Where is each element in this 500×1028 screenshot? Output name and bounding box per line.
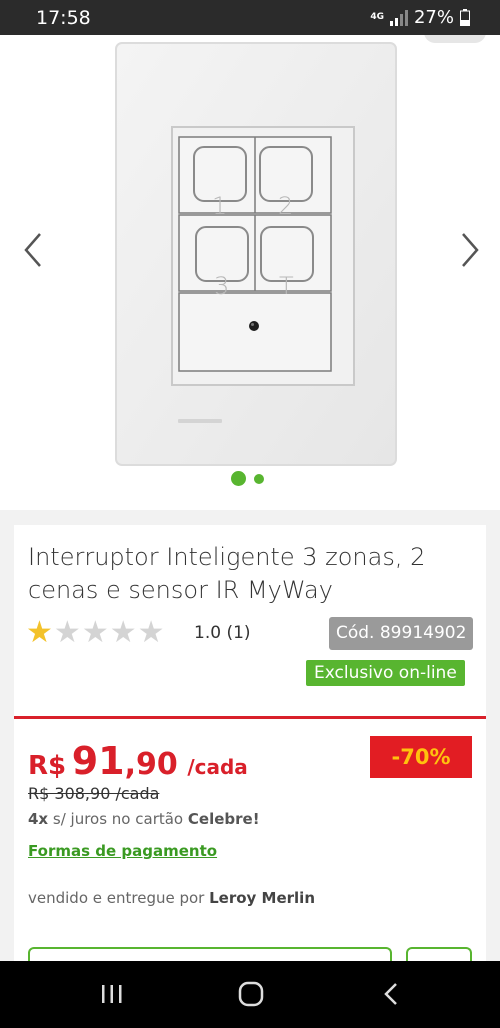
installments-info: 4x s/ juros no cartão Celebre!: [28, 810, 260, 828]
rating-stars[interactable]: ★ ★ ★ ★ ★: [26, 618, 165, 648]
seller-info: vendido e entregue por Leroy Merlin: [28, 889, 315, 907]
discount-badge: -70%: [370, 736, 472, 778]
product-title: Interruptor Inteligente 3 zonas, 2 cenas…: [28, 543, 426, 604]
price-integer: 91: [71, 739, 125, 783]
gallery-pagination: [231, 471, 264, 486]
star-empty-icon: ★: [137, 616, 165, 649]
back-icon[interactable]: [371, 979, 411, 1009]
star-empty-icon: ★: [81, 616, 109, 649]
switch-button-label: 3: [214, 272, 230, 300]
switch-button-label: 2: [278, 192, 294, 220]
signal-icon: [389, 9, 408, 26]
product-info-card: Interruptor Inteligente 3 zonas, 2 cenas…: [14, 525, 486, 977]
pagination-dot[interactable]: [254, 473, 264, 484]
price-decimal: ,90: [124, 747, 178, 782]
seller-prefix: vendido e entregue por: [28, 889, 210, 907]
battery-percent: 27%: [413, 7, 454, 28]
old-price: R$ 308,90 /cada: [28, 784, 160, 803]
status-bar: 17:58 4G 27%: [0, 0, 500, 35]
battery-icon: [460, 9, 470, 26]
home-icon[interactable]: [231, 979, 271, 1009]
installments-count: 4x: [28, 810, 49, 828]
price-unit: /cada: [187, 755, 248, 779]
price-divider: [14, 716, 486, 719]
status-indicators: 4G 27%: [370, 7, 470, 28]
pagination-dot-active[interactable]: [231, 471, 246, 486]
payment-methods-link[interactable]: Formas de pagamento: [28, 842, 217, 860]
rating-count[interactable]: 1.0 (1): [194, 623, 251, 643]
product-gallery[interactable]: 1 2 3 T: [0, 35, 500, 510]
installments-text: s/ juros no cartão: [48, 810, 188, 828]
current-price: R$ 91,90 /cada: [28, 739, 248, 783]
installments-card: Celebre!: [187, 810, 260, 828]
star-empty-icon: ★: [109, 616, 137, 649]
system-navigation-bar: [0, 961, 500, 1028]
product-image: [115, 42, 397, 466]
status-time: 17:58: [36, 7, 91, 29]
star-empty-icon: ★: [53, 616, 81, 649]
chevron-right-icon[interactable]: [455, 230, 485, 270]
product-code-badge: Cód. 89914902: [329, 617, 474, 650]
price-currency: R$: [28, 751, 67, 781]
switch-button-label: 1: [212, 192, 228, 220]
network-type: 4G: [370, 12, 384, 22]
exclusive-online-badge: Exclusivo on-line: [306, 660, 465, 686]
star-filled-icon: ★: [26, 616, 53, 649]
recent-apps-icon[interactable]: [92, 979, 132, 1009]
seller-name[interactable]: Leroy Merlin: [209, 889, 315, 907]
chevron-left-icon[interactable]: [18, 230, 48, 270]
switch-button-label: T: [279, 272, 294, 300]
